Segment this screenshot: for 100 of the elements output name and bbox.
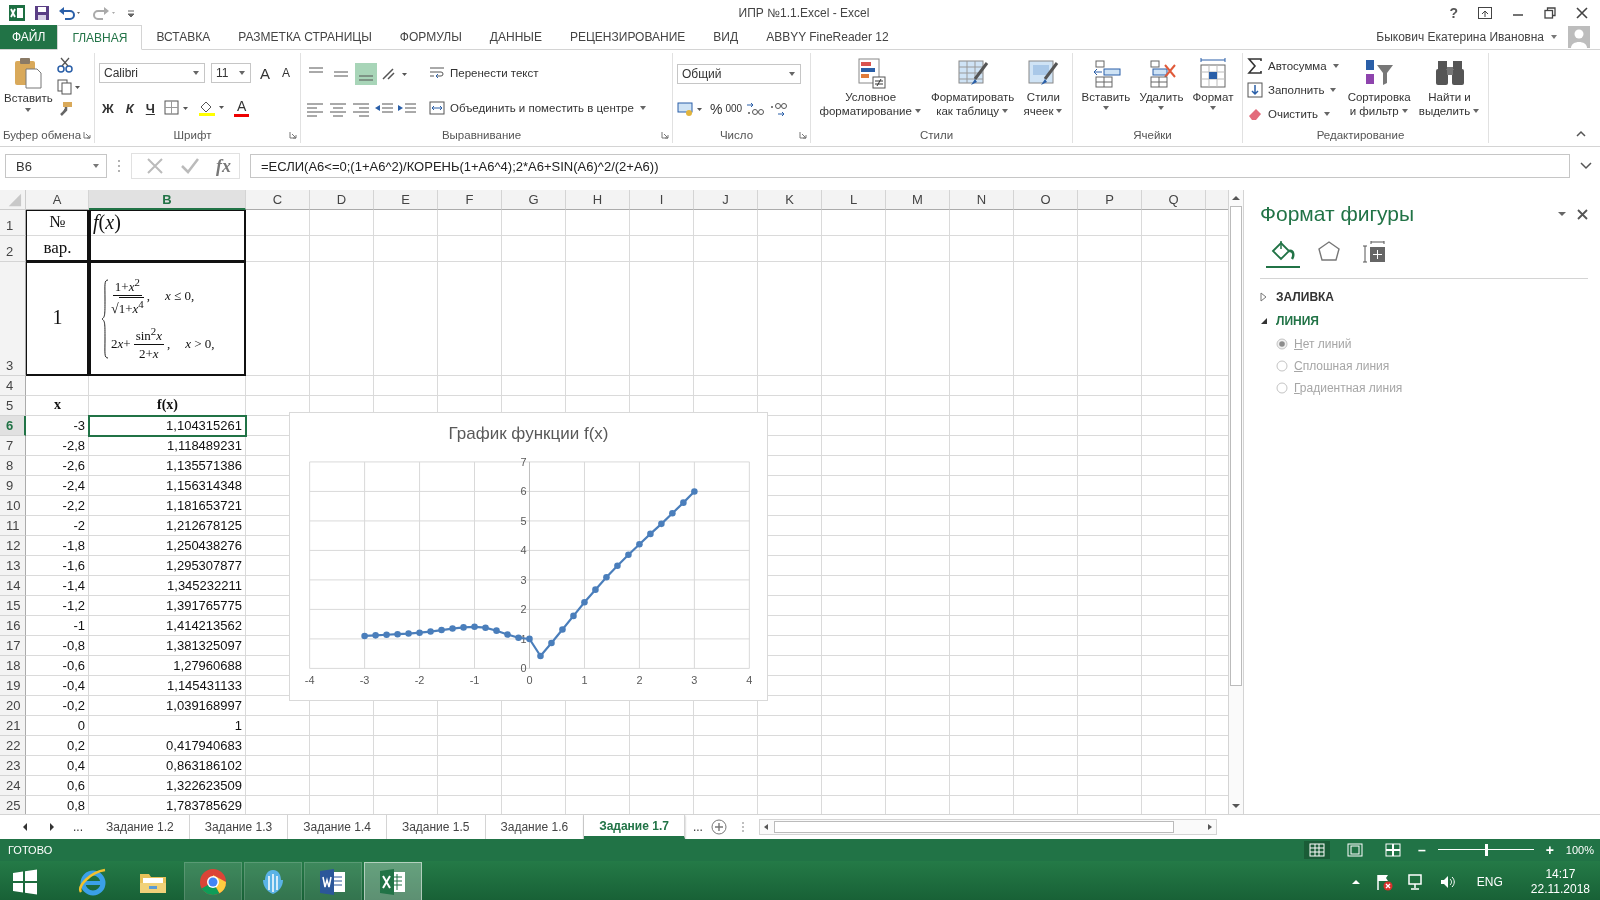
- fill-button[interactable]: Заполнить: [1247, 82, 1340, 98]
- insert-function-button[interactable]: fx: [216, 155, 231, 177]
- column-header[interactable]: F: [438, 190, 502, 210]
- ribbon-tab[interactable]: ФОРМУЛЫ: [385, 25, 476, 49]
- taskbar-button[interactable]: [364, 862, 422, 900]
- wrap-text-button[interactable]: Перенести текст: [429, 64, 647, 81]
- zoom-out-button[interactable]: –: [1417, 842, 1426, 858]
- section-header[interactable]: ЛИНИЯ: [1260, 309, 1588, 333]
- row-header[interactable]: 16: [0, 616, 26, 636]
- copy-icon[interactable]: [56, 79, 81, 95]
- clear-button[interactable]: Очистить: [1247, 106, 1340, 122]
- ribbon-tab[interactable]: ГЛАВНАЯ: [57, 25, 143, 50]
- dialog-launcher-icon[interactable]: [799, 131, 807, 139]
- row-header[interactable]: 15: [0, 596, 26, 616]
- user-name[interactable]: Быкович Екатерина Ивановна: [1376, 30, 1544, 44]
- row-header[interactable]: 10: [0, 496, 26, 516]
- row-header[interactable]: 21: [0, 716, 26, 736]
- column-header[interactable]: O: [1014, 190, 1078, 210]
- taskbar-button[interactable]: [304, 862, 362, 900]
- cells-button[interactable]: Формат: [1192, 55, 1234, 125]
- ribbon-tab[interactable]: ДАННЫЕ: [475, 25, 556, 49]
- dialog-launcher-icon[interactable]: [83, 131, 91, 139]
- vertical-scrollbar[interactable]: [1228, 190, 1244, 814]
- slider-thumb[interactable]: [1484, 844, 1488, 856]
- ribbon-tab[interactable]: РАЗМЕТКА СТРАНИЦЫ: [224, 25, 386, 49]
- next-sheet-icon[interactable]: [47, 822, 57, 832]
- sheet-tab[interactable]: Задание 1.7: [584, 815, 685, 839]
- restore-icon[interactable]: [1544, 6, 1556, 19]
- cells-button[interactable]: Вставить: [1081, 55, 1131, 125]
- row-header[interactable]: 9: [0, 476, 26, 496]
- close-icon[interactable]: [1576, 6, 1588, 19]
- column-header[interactable]: K: [758, 190, 822, 210]
- clock-date[interactable]: 22.11.2018: [1530, 882, 1590, 897]
- column-header[interactable]: L: [822, 190, 886, 210]
- drag-handle-icon[interactable]: [117, 159, 121, 173]
- column-header[interactable]: D: [310, 190, 374, 210]
- text-orientation-icon[interactable]: [380, 66, 410, 82]
- bold-button[interactable]: Ж: [99, 100, 117, 116]
- column-header[interactable]: N: [950, 190, 1014, 210]
- row-header[interactable]: 5: [0, 396, 26, 416]
- formula-field[interactable]: =ЕСЛИ(A6<=0;(1+A6^2)/КОРЕНЬ(1+A6^4);2*A6+SIN(A6)^2/(2+A6)): [250, 154, 1570, 178]
- row-header[interactable]: 17: [0, 636, 26, 656]
- find-select-button[interactable]: Найти и выделить: [1418, 55, 1481, 125]
- row-header[interactable]: 20: [0, 696, 26, 716]
- merge-center-button[interactable]: Объединить и поместить в центре: [429, 99, 647, 116]
- caret-icon[interactable]: [1550, 34, 1558, 40]
- save-icon[interactable]: [34, 4, 50, 21]
- new-sheet-icon[interactable]: [710, 819, 727, 835]
- ribbon-display-icon[interactable]: [1478, 6, 1492, 19]
- scroll-thumb[interactable]: [773, 821, 1174, 833]
- column-header[interactable]: J: [694, 190, 758, 210]
- row-header[interactable]: 2: [0, 236, 26, 262]
- ribbon-tab[interactable]: ВСТАВКА: [142, 25, 225, 49]
- row-header[interactable]: 6: [0, 416, 26, 436]
- column-header[interactable]: Q: [1142, 190, 1206, 210]
- sort-filter-button[interactable]: Сортировка и фильтр: [1347, 55, 1411, 125]
- zoom-level[interactable]: 100%: [1565, 844, 1594, 856]
- file-tab[interactable]: ФАЙЛ: [0, 25, 58, 49]
- more-sheets-button[interactable]: ...: [65, 820, 91, 834]
- thousands-button[interactable]: 000: [725, 103, 743, 114]
- percent-button[interactable]: %: [710, 100, 723, 117]
- zoom-slider[interactable]: [1437, 843, 1534, 857]
- show-hidden-icons-icon[interactable]: [1350, 878, 1361, 886]
- ribbon-tab[interactable]: РЕЦЕНЗИРОВАНИЕ: [555, 25, 700, 49]
- column-header[interactable]: B: [89, 190, 246, 210]
- column-header[interactable]: P: [1078, 190, 1142, 210]
- row-header[interactable]: 25: [0, 796, 26, 814]
- zoom-in-button[interactable]: +: [1545, 842, 1554, 858]
- row-header[interactable]: 13: [0, 556, 26, 576]
- section-header[interactable]: ЗАЛИВКА: [1260, 285, 1588, 309]
- styles-button[interactable]: Форматировать как таблицу: [930, 55, 1015, 125]
- row-header[interactable]: 22: [0, 736, 26, 756]
- ribbon-tab[interactable]: ВИД: [699, 25, 753, 49]
- name-box[interactable]: B6: [5, 154, 107, 178]
- column-header[interactable]: E: [374, 190, 438, 210]
- column-header[interactable]: I: [630, 190, 694, 210]
- row-header[interactable]: 18: [0, 656, 26, 676]
- underline-button[interactable]: Ч: [142, 100, 158, 116]
- cells-button[interactable]: Удалить: [1139, 55, 1184, 125]
- clock-time[interactable]: 14:17: [1545, 867, 1576, 882]
- help-button[interactable]: ?: [1449, 4, 1458, 21]
- language-indicator[interactable]: ENG: [1476, 875, 1503, 889]
- cut-icon[interactable]: [56, 57, 73, 73]
- dialog-launcher-icon[interactable]: [661, 131, 669, 139]
- start-icon[interactable]: [12, 869, 38, 895]
- panel-tab[interactable]: [1266, 238, 1300, 268]
- row-header[interactable]: 14: [0, 576, 26, 596]
- column-header[interactable]: A: [26, 190, 89, 210]
- horizontal-scrollbar[interactable]: [758, 819, 1217, 835]
- grow-font-button[interactable]: A: [257, 64, 273, 82]
- panel-menu-icon[interactable]: [1557, 210, 1567, 218]
- row-header[interactable]: 3: [0, 262, 26, 376]
- shrink-font-button[interactable]: A: [279, 66, 294, 80]
- italic-button[interactable]: К: [122, 100, 137, 116]
- close-icon[interactable]: [1577, 208, 1588, 220]
- row-header[interactable]: 1: [0, 210, 26, 236]
- row-header[interactable]: 8: [0, 456, 26, 476]
- column-header[interactable]: H: [566, 190, 630, 210]
- dialog-launcher-icon[interactable]: [289, 131, 297, 139]
- row-header[interactable]: 4: [0, 376, 26, 396]
